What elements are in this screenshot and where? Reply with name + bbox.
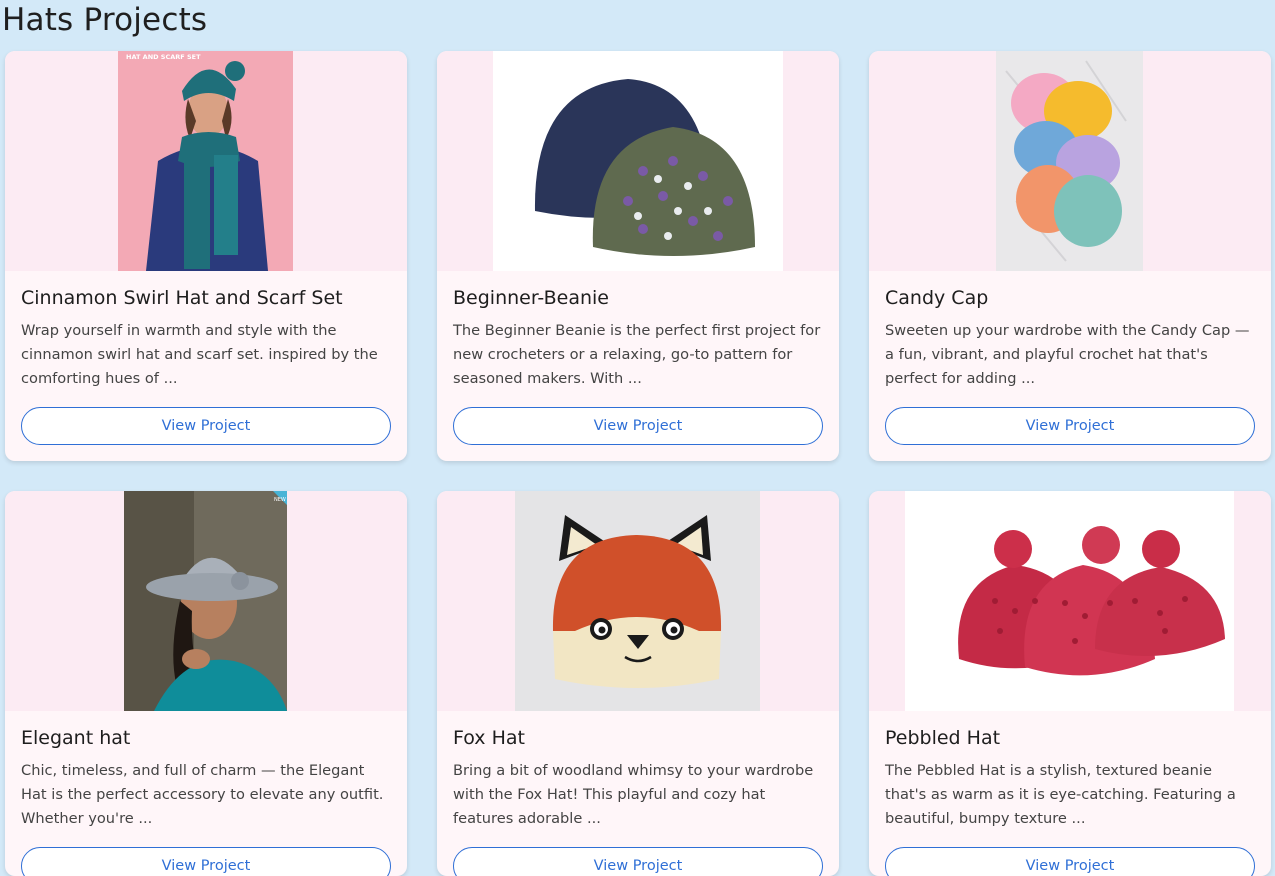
view-project-button[interactable]: View Project: [21, 407, 391, 445]
project-description: The Beginner Beanie is the perfect first…: [453, 322, 821, 387]
project-title: Pebbled Hat: [885, 727, 1001, 749]
view-project-button[interactable]: View Project: [885, 407, 1255, 445]
view-project-button[interactable]: View Project: [21, 847, 391, 876]
pebbled-hats-photo: [905, 491, 1234, 711]
project-description: Chic, timeless, and full of charm — the …: [21, 762, 384, 827]
view-project-button[interactable]: View Project: [885, 847, 1255, 876]
page-title: Hats Projects: [2, 2, 208, 38]
project-card: Beginner-Beanie The Beginner Beanie is t…: [437, 51, 839, 461]
project-card: NEW Elegant hat Chic, timeless, and full…: [5, 491, 407, 876]
project-image[interactable]: [437, 491, 839, 711]
project-image[interactable]: [437, 51, 839, 271]
project-description: Wrap yourself in warmth and style with t…: [21, 322, 378, 387]
project-image[interactable]: [869, 51, 1271, 271]
beanies-photo: [493, 51, 783, 271]
project-image[interactable]: NEW: [5, 491, 407, 711]
candy-caps-photo: [996, 51, 1143, 271]
project-title: Beginner-Beanie: [453, 287, 609, 309]
view-project-button[interactable]: View Project: [453, 407, 823, 445]
new-badge-text: NEW: [274, 497, 286, 503]
image-caption: HAT AND SCARF SET: [126, 53, 201, 61]
project-description: The Pebbled Hat is a stylish, textured b…: [885, 762, 1236, 827]
project-card: Fox Hat Bring a bit of woodland whimsy t…: [437, 491, 839, 876]
project-title: Elegant hat: [21, 727, 131, 749]
project-image[interactable]: HAT AND SCARF SET: [5, 51, 407, 271]
project-title: Fox Hat: [453, 727, 525, 749]
project-card: HAT AND SCARF SET Cinnamon Swirl Hat and…: [5, 51, 407, 461]
project-title: Candy Cap: [885, 287, 989, 309]
project-card: Candy Cap Sweeten up your wardrobe with …: [869, 51, 1271, 461]
view-project-button[interactable]: View Project: [453, 847, 823, 876]
project-title: Cinnamon Swirl Hat and Scarf Set: [21, 287, 343, 309]
elegant-hat-photo: NEW: [124, 491, 287, 711]
project-description: Sweeten up your wardrobe with the Candy …: [885, 322, 1250, 387]
fox-hat-photo: [515, 491, 760, 711]
project-card: Pebbled Hat The Pebbled Hat is a stylish…: [869, 491, 1271, 876]
project-description: Bring a bit of woodland whimsy to your w…: [453, 762, 814, 827]
hat-and-scarf-photo: HAT AND SCARF SET: [118, 51, 293, 271]
project-image[interactable]: [869, 491, 1271, 711]
